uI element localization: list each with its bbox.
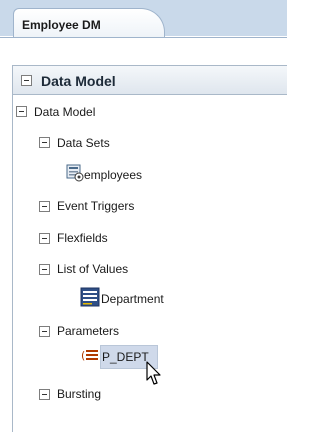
tree-node-data-model[interactable]: Data Model (34, 105, 95, 119)
parameter-icon: ( (81, 349, 98, 362)
collapse-box-icon[interactable] (39, 201, 50, 212)
collapse-box-icon[interactable] (39, 326, 50, 337)
tree-node-event-triggers[interactable]: Event Triggers (57, 199, 134, 213)
tree-node-data-sets[interactable]: Data Sets (57, 136, 110, 150)
tree-node-department[interactable]: Department (101, 292, 164, 306)
collapse-box-icon[interactable] (39, 137, 50, 148)
collapse-box-icon[interactable] (39, 233, 50, 244)
dataset-icon (66, 164, 84, 182)
tree-node-flexfields[interactable]: Flexfields (57, 231, 108, 245)
list-of-values-icon (80, 287, 100, 307)
tree-node-p-dept[interactable]: P_DEPT (102, 350, 149, 364)
collapse-box-icon[interactable] (16, 106, 27, 117)
collapse-box-icon[interactable] (21, 75, 32, 86)
collapse-box-icon[interactable] (39, 389, 50, 400)
tree-node-list-of-values[interactable]: List of Values (57, 262, 128, 276)
tab-label: Employee DM (22, 18, 101, 32)
collapse-box-icon[interactable] (39, 264, 50, 275)
tab-underline (0, 37, 287, 43)
tree-node-bursting[interactable]: Bursting (57, 387, 101, 401)
tree-node-parameters[interactable]: Parameters (57, 324, 119, 338)
panel-header[interactable]: Data Model (12, 65, 287, 95)
panel-title: Data Model (41, 73, 116, 89)
svg-text:(: ( (81, 349, 85, 362)
tab-employee-dm[interactable]: Employee DM (13, 8, 165, 38)
tree-node-employees[interactable]: employees (84, 168, 142, 182)
mouse-pointer-icon (146, 361, 161, 385)
